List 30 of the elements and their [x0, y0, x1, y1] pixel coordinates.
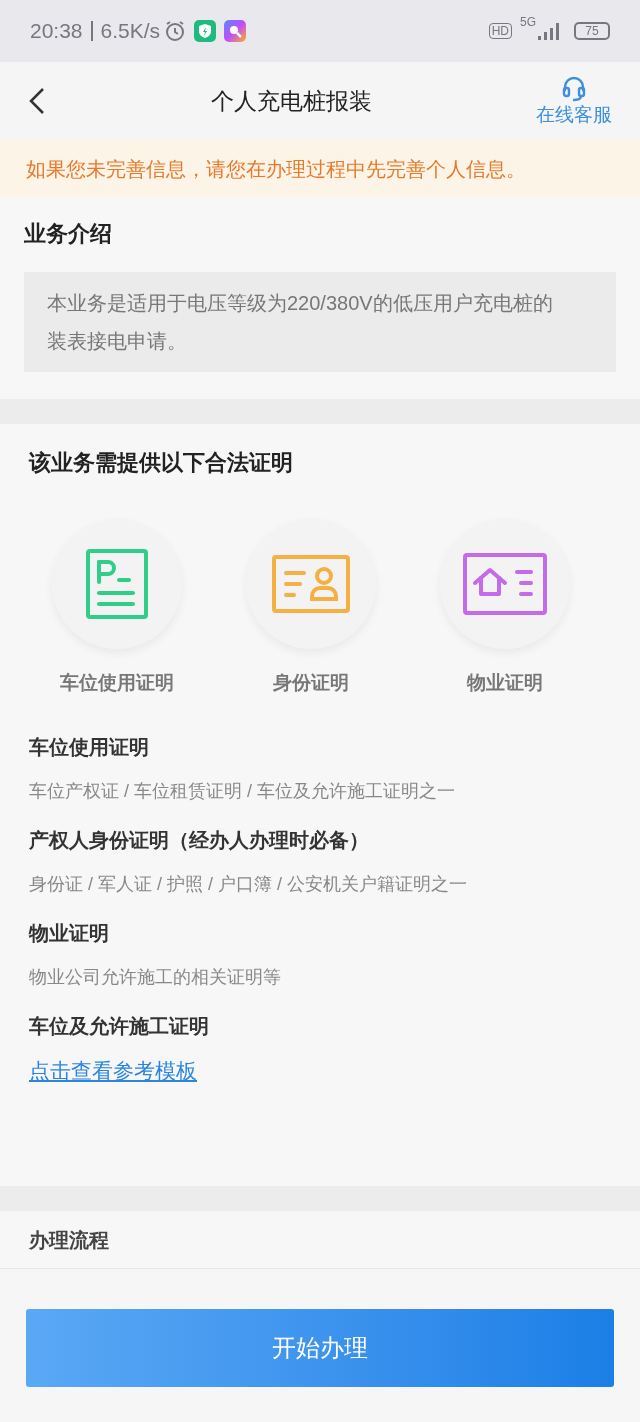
- template-link[interactable]: 点击查看参考模板: [29, 1054, 197, 1086]
- document-label: 身份证明: [273, 671, 349, 695]
- requirement-title: 车位及允许施工证明: [29, 1013, 210, 1039]
- headset-icon: [561, 75, 587, 104]
- requirement-text: 物业公司允许施工的相关证明等: [29, 965, 282, 989]
- requirement-text: 身份证 / 军人证 / 护照 / 户口簿 / 公安机关户籍证明之一: [29, 872, 468, 896]
- notice-text: 如果您未完善信息，请您在办理过程中先完善个人信息。: [26, 156, 526, 182]
- requirement-title: 产权人身份证明（经办人办理时必备）: [29, 827, 370, 853]
- requirement-title: 车位使用证明: [29, 734, 150, 760]
- online-service-button[interactable]: 在线客服: [536, 75, 612, 127]
- page-title: 个人充电桩报装: [210, 86, 372, 116]
- network-type: 5G: [520, 16, 536, 28]
- network-speed: 6.5K/s: [100, 18, 161, 45]
- battery-indicator: 75: [574, 22, 610, 40]
- section-title: 该业务需提供以下合法证明: [29, 449, 294, 477]
- section-title: 办理流程: [29, 1227, 109, 1253]
- shield-app-icon: [194, 20, 217, 42]
- document-label: 车位使用证明: [60, 671, 174, 695]
- signal-icon: [536, 21, 562, 41]
- intro-text: 本业务是适用于电压等级为220/380V的低压用户充电桩的装表接电申请。: [24, 272, 616, 372]
- alarm-icon: [164, 20, 187, 42]
- start-button[interactable]: 开始办理: [26, 1309, 614, 1387]
- clock: 20:38: [30, 18, 83, 45]
- requirement-text: 车位产权证 / 车位租赁证明 / 车位及允许施工证明之一: [29, 779, 456, 803]
- search-app-icon: [224, 20, 247, 42]
- section-title: 业务介绍: [24, 220, 113, 248]
- hd-badge: HD: [488, 23, 512, 39]
- document-label: 物业证明: [467, 671, 543, 695]
- back-icon[interactable]: [28, 86, 46, 116]
- requirement-title: 物业证明: [29, 920, 110, 946]
